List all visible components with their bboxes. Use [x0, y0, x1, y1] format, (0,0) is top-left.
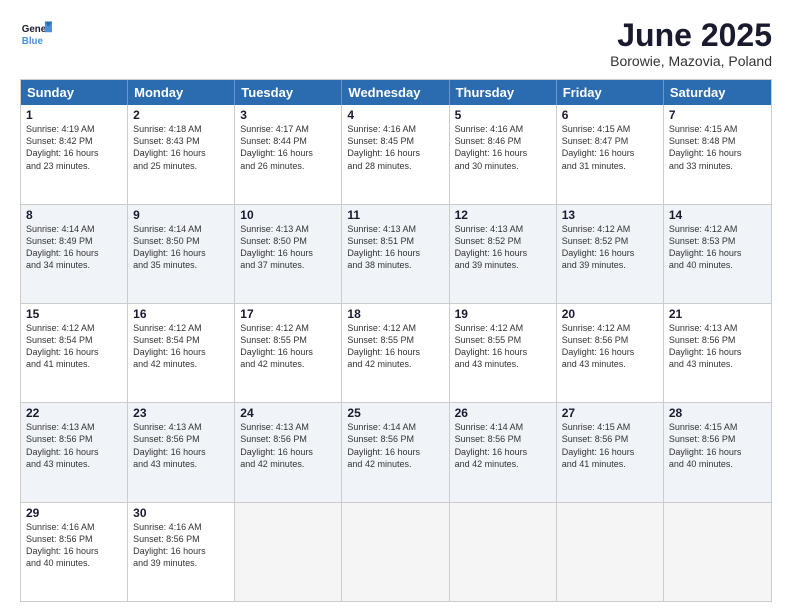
title-block: June 2025 Borowie, Mazovia, Poland — [610, 18, 772, 69]
day-20: 20 Sunrise: 4:12 AM Sunset: 8:56 PM Dayl… — [557, 304, 664, 402]
day-16: 16 Sunrise: 4:12 AM Sunset: 8:54 PM Dayl… — [128, 304, 235, 402]
week-row-4: 22 Sunrise: 4:13 AM Sunset: 8:56 PM Dayl… — [21, 402, 771, 501]
day-12: 12 Sunrise: 4:13 AM Sunset: 8:52 PM Dayl… — [450, 205, 557, 303]
header: General Blue June 2025 Borowie, Mazovia,… — [20, 18, 772, 69]
day-18: 18 Sunrise: 4:12 AM Sunset: 8:55 PM Dayl… — [342, 304, 449, 402]
day-17: 17 Sunrise: 4:12 AM Sunset: 8:55 PM Dayl… — [235, 304, 342, 402]
header-monday: Monday — [128, 80, 235, 105]
day-24: 24 Sunrise: 4:13 AM Sunset: 8:56 PM Dayl… — [235, 403, 342, 501]
day-empty-5 — [664, 503, 771, 601]
week-row-2: 8 Sunrise: 4:14 AM Sunset: 8:49 PM Dayli… — [21, 204, 771, 303]
day-28: 28 Sunrise: 4:15 AM Sunset: 8:56 PM Dayl… — [664, 403, 771, 501]
day-3: 3 Sunrise: 4:17 AM Sunset: 8:44 PM Dayli… — [235, 105, 342, 203]
day-7: 7 Sunrise: 4:15 AM Sunset: 8:48 PM Dayli… — [664, 105, 771, 203]
day-empty-2 — [342, 503, 449, 601]
logo-icon: General Blue — [20, 18, 52, 50]
day-empty-1 — [235, 503, 342, 601]
day-6: 6 Sunrise: 4:15 AM Sunset: 8:47 PM Dayli… — [557, 105, 664, 203]
day-23: 23 Sunrise: 4:13 AM Sunset: 8:56 PM Dayl… — [128, 403, 235, 501]
week-row-5: 29 Sunrise: 4:16 AM Sunset: 8:56 PM Dayl… — [21, 502, 771, 601]
header-friday: Friday — [557, 80, 664, 105]
day-25: 25 Sunrise: 4:14 AM Sunset: 8:56 PM Dayl… — [342, 403, 449, 501]
day-4: 4 Sunrise: 4:16 AM Sunset: 8:45 PM Dayli… — [342, 105, 449, 203]
day-13: 13 Sunrise: 4:12 AM Sunset: 8:52 PM Dayl… — [557, 205, 664, 303]
day-21: 21 Sunrise: 4:13 AM Sunset: 8:56 PM Dayl… — [664, 304, 771, 402]
subtitle: Borowie, Mazovia, Poland — [610, 53, 772, 69]
calendar-body: 1 Sunrise: 4:19 AM Sunset: 8:42 PM Dayli… — [21, 105, 771, 601]
header-saturday: Saturday — [664, 80, 771, 105]
day-empty-4 — [557, 503, 664, 601]
day-10: 10 Sunrise: 4:13 AM Sunset: 8:50 PM Dayl… — [235, 205, 342, 303]
day-empty-3 — [450, 503, 557, 601]
day-27: 27 Sunrise: 4:15 AM Sunset: 8:56 PM Dayl… — [557, 403, 664, 501]
header-tuesday: Tuesday — [235, 80, 342, 105]
main-title: June 2025 — [610, 18, 772, 53]
week-row-1: 1 Sunrise: 4:19 AM Sunset: 8:42 PM Dayli… — [21, 105, 771, 203]
calendar: Sunday Monday Tuesday Wednesday Thursday… — [20, 79, 772, 602]
day-2: 2 Sunrise: 4:18 AM Sunset: 8:43 PM Dayli… — [128, 105, 235, 203]
day-19: 19 Sunrise: 4:12 AM Sunset: 8:55 PM Dayl… — [450, 304, 557, 402]
page: General Blue June 2025 Borowie, Mazovia,… — [0, 0, 792, 612]
calendar-header: Sunday Monday Tuesday Wednesday Thursday… — [21, 80, 771, 105]
logo: General Blue — [20, 18, 52, 50]
day-14: 14 Sunrise: 4:12 AM Sunset: 8:53 PM Dayl… — [664, 205, 771, 303]
day-30: 30 Sunrise: 4:16 AM Sunset: 8:56 PM Dayl… — [128, 503, 235, 601]
day-22: 22 Sunrise: 4:13 AM Sunset: 8:56 PM Dayl… — [21, 403, 128, 501]
day-5: 5 Sunrise: 4:16 AM Sunset: 8:46 PM Dayli… — [450, 105, 557, 203]
day-9: 9 Sunrise: 4:14 AM Sunset: 8:50 PM Dayli… — [128, 205, 235, 303]
day-29: 29 Sunrise: 4:16 AM Sunset: 8:56 PM Dayl… — [21, 503, 128, 601]
day-1: 1 Sunrise: 4:19 AM Sunset: 8:42 PM Dayli… — [21, 105, 128, 203]
day-26: 26 Sunrise: 4:14 AM Sunset: 8:56 PM Dayl… — [450, 403, 557, 501]
header-sunday: Sunday — [21, 80, 128, 105]
day-15: 15 Sunrise: 4:12 AM Sunset: 8:54 PM Dayl… — [21, 304, 128, 402]
header-thursday: Thursday — [450, 80, 557, 105]
day-8: 8 Sunrise: 4:14 AM Sunset: 8:49 PM Dayli… — [21, 205, 128, 303]
header-wednesday: Wednesday — [342, 80, 449, 105]
week-row-3: 15 Sunrise: 4:12 AM Sunset: 8:54 PM Dayl… — [21, 303, 771, 402]
day-11: 11 Sunrise: 4:13 AM Sunset: 8:51 PM Dayl… — [342, 205, 449, 303]
svg-text:Blue: Blue — [22, 36, 44, 47]
